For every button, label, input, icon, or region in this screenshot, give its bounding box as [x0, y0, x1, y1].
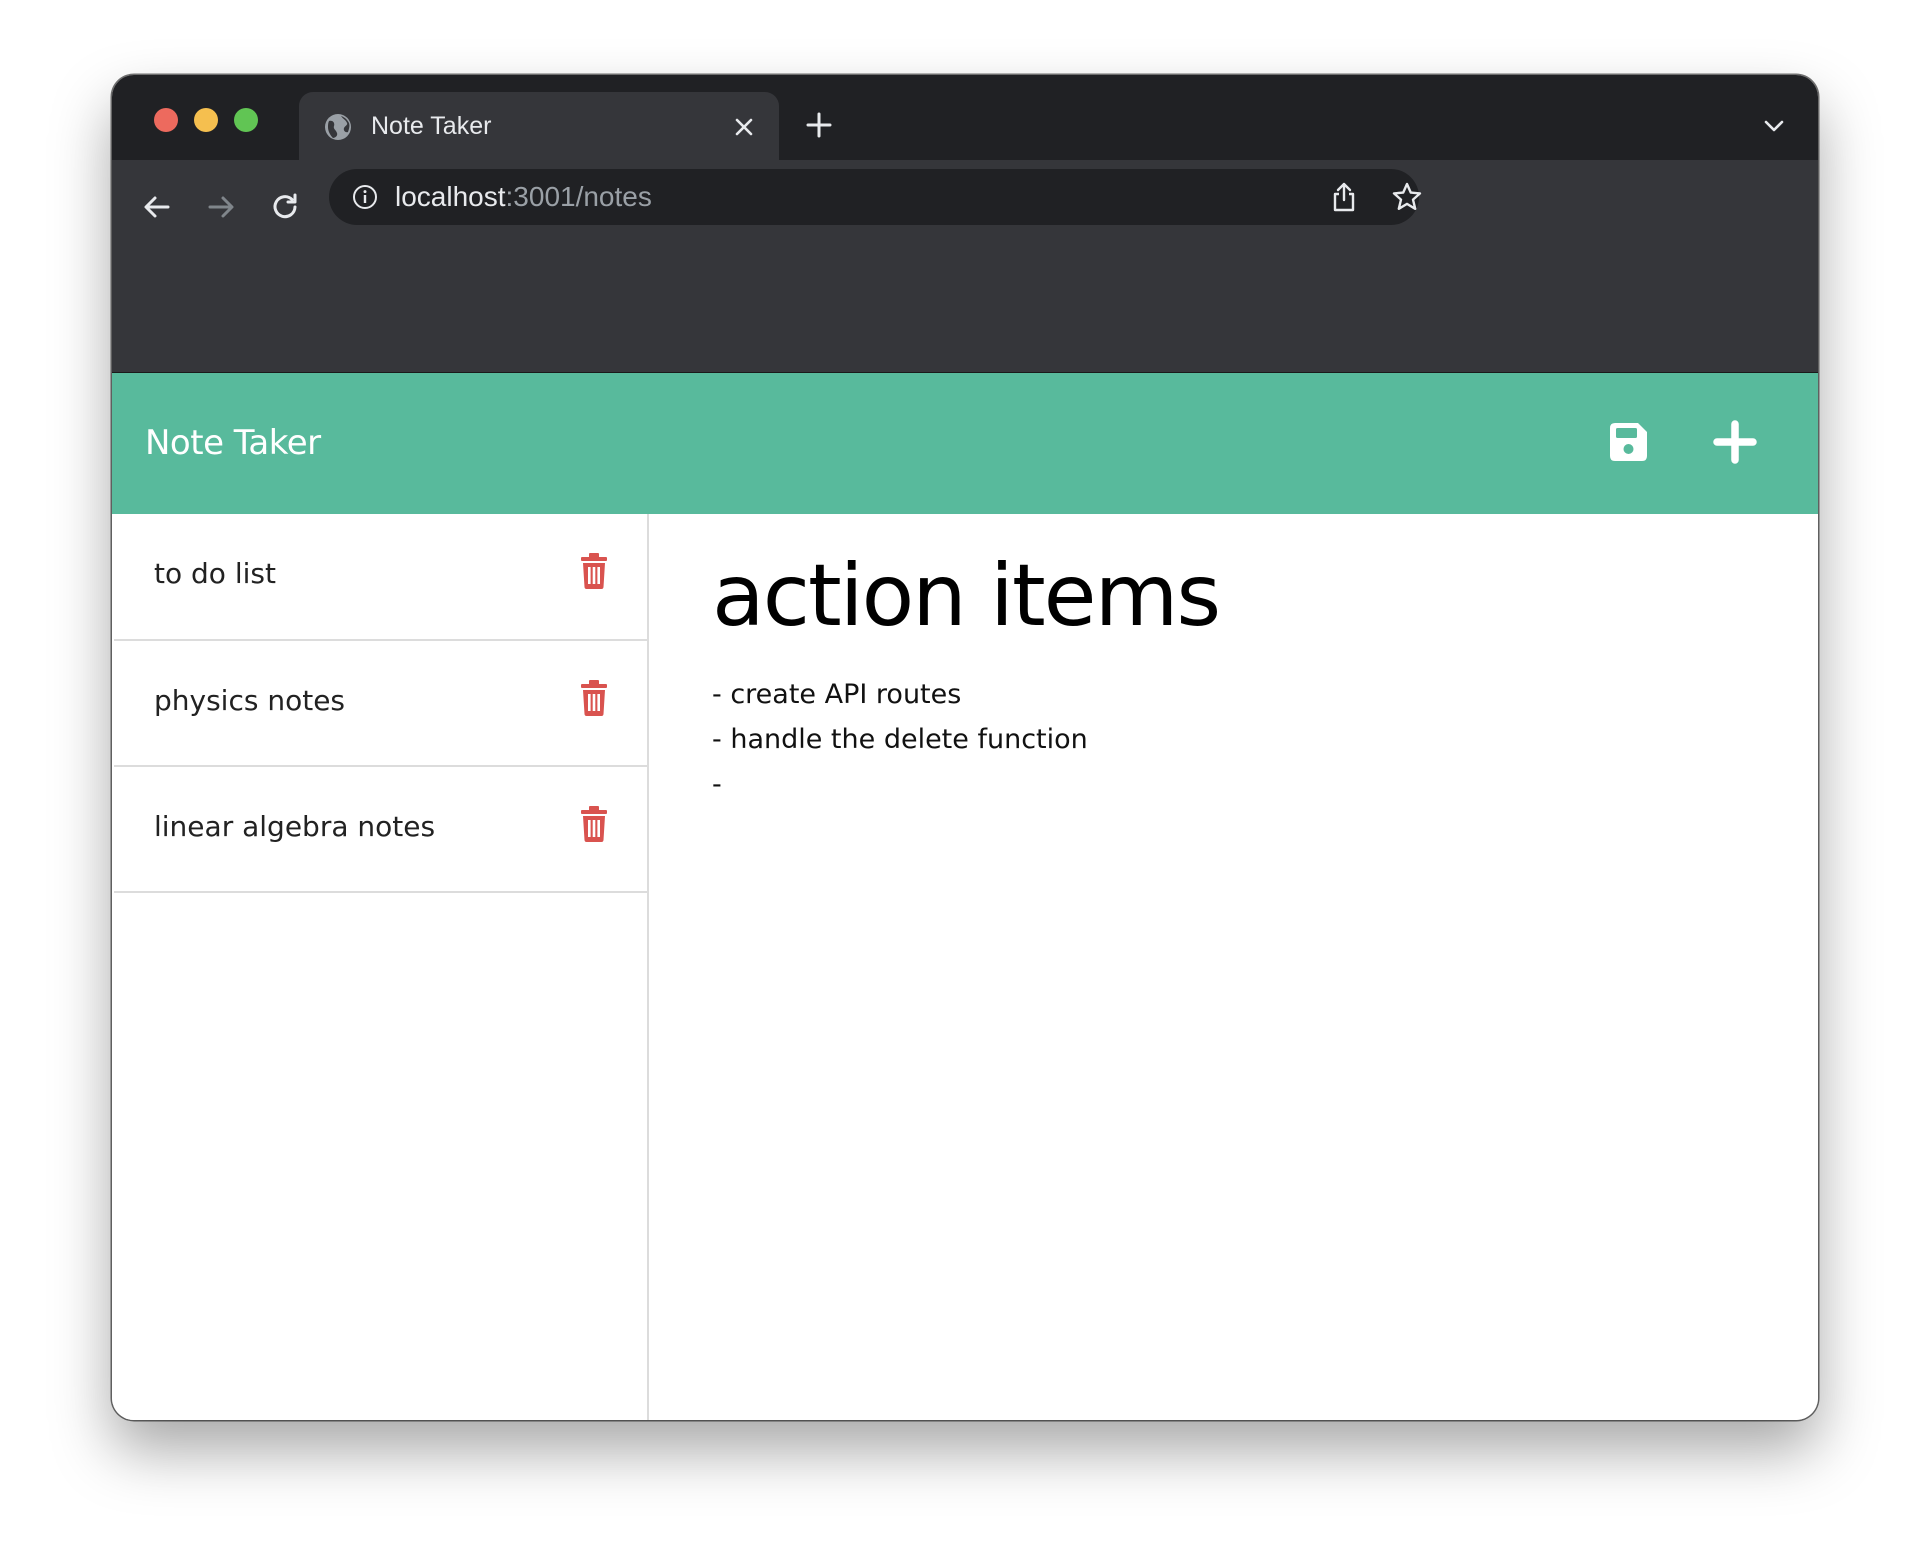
- add-note-icon[interactable]: [1712, 419, 1758, 465]
- browser-toolbar: localhost:3001/notes: [112, 160, 1818, 372]
- trash-icon[interactable]: [578, 805, 610, 843]
- app-title[interactable]: Note Taker: [145, 421, 321, 465]
- list-item[interactable]: linear algebra notes: [114, 767, 649, 893]
- note-text-line: - create API routes: [712, 679, 962, 710]
- note-list: to do list physics notes linear algebra …: [114, 514, 649, 893]
- notes-sidebar: to do list physics notes linear algebra …: [112, 514, 649, 1420]
- note-text-line: -: [712, 769, 722, 800]
- close-tab-icon[interactable]: [731, 114, 757, 140]
- chevron-down-icon[interactable]: [1762, 118, 1786, 134]
- reload-icon[interactable]: [268, 190, 302, 224]
- trash-icon[interactable]: [578, 679, 610, 717]
- note-title[interactable]: linear algebra notes: [154, 809, 435, 845]
- url-path: :3001/notes: [505, 181, 652, 212]
- save-note-icon[interactable]: [1605, 419, 1651, 465]
- url-host: localhost: [395, 181, 506, 212]
- app-header: Note Taker: [112, 373, 1818, 514]
- note-title[interactable]: to do list: [154, 556, 276, 592]
- trash-icon[interactable]: [578, 552, 610, 590]
- list-item[interactable]: to do list: [114, 514, 649, 641]
- url-text: localhost:3001/notes: [395, 181, 652, 213]
- site-info-icon[interactable]: [351, 183, 379, 211]
- note-editor: action items - create API routes - handl…: [649, 514, 1818, 1420]
- minimize-window-button[interactable]: [194, 108, 218, 132]
- globe-icon: [325, 114, 351, 140]
- list-item[interactable]: physics notes: [114, 641, 649, 767]
- bookmark-star-icon[interactable]: [1391, 181, 1423, 213]
- note-title-input[interactable]: action items: [712, 546, 1221, 646]
- note-title[interactable]: physics notes: [154, 683, 345, 719]
- close-window-button[interactable]: [154, 108, 178, 132]
- tab-title: Note Taker: [371, 112, 492, 140]
- forward-arrow-icon[interactable]: [204, 190, 238, 224]
- share-icon[interactable]: [1329, 181, 1359, 213]
- back-arrow-icon[interactable]: [140, 190, 174, 224]
- new-tab-icon[interactable]: [804, 110, 834, 140]
- note-text-area[interactable]: - create API routes - handle the delete …: [712, 672, 1712, 807]
- browser-window: Note Taker localhost:3001/notes Note Tak…: [112, 75, 1818, 1420]
- maximize-window-button[interactable]: [234, 108, 258, 132]
- note-text-line: - handle the delete function: [712, 724, 1088, 755]
- browser-tab[interactable]: Note Taker: [299, 92, 779, 160]
- tab-strip: Note Taker: [112, 75, 1818, 160]
- address-bar[interactable]: localhost:3001/notes: [329, 169, 1422, 225]
